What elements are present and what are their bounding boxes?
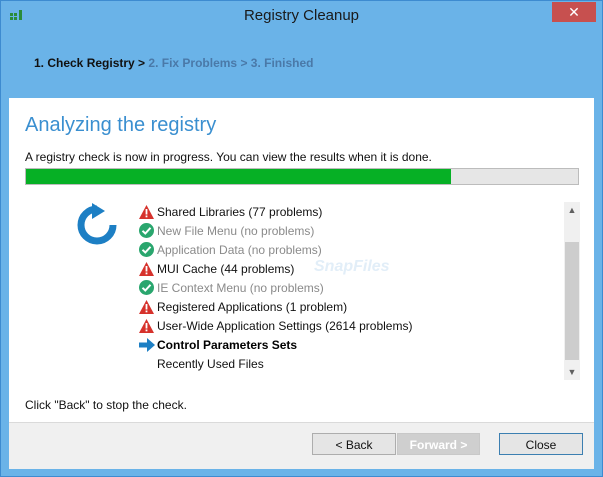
- forward-button[interactable]: Forward >: [397, 433, 480, 455]
- main-panel: Analyzing the registry A registry check …: [9, 98, 594, 422]
- refresh-icon: [77, 203, 117, 245]
- warning-icon: [139, 204, 157, 220]
- checklist-item: Recently Used Files: [139, 354, 563, 373]
- checklist-item-label: Control Parameters Sets: [157, 337, 298, 352]
- progress-fill: [26, 169, 452, 184]
- status-hint: Click "Back" to stop the check.: [25, 398, 187, 412]
- check-icon: [139, 280, 157, 296]
- step-fix-problems: 2. Fix Problems >: [148, 56, 248, 70]
- scroll-down-button[interactable]: ▼: [564, 364, 580, 380]
- checklist-item-label: Registered Applications (1 problem): [157, 299, 348, 314]
- scroll-thumb[interactable]: [565, 242, 579, 360]
- close-button[interactable]: Close: [499, 433, 583, 455]
- checklist-item: New File Menu (no problems): [139, 221, 563, 240]
- checklist-item-label: MUI Cache (44 problems): [157, 261, 295, 276]
- back-button[interactable]: < Back: [312, 433, 396, 455]
- window-close-button[interactable]: ✕: [552, 2, 596, 22]
- checklist-item-label: Shared Libraries (77 problems): [157, 204, 323, 219]
- checklist-item: Shared Libraries (77 problems): [139, 202, 563, 221]
- warning-icon: [139, 318, 157, 334]
- step-check-registry: 1. Check Registry >: [34, 56, 146, 70]
- check-icon: [139, 242, 157, 258]
- warning-icon: [139, 299, 157, 315]
- checklist-item: User-Wide Application Settings (2614 pro…: [139, 316, 563, 335]
- checklist-item: MUI Cache (44 problems): [139, 259, 563, 278]
- page-title: Analyzing the registry: [25, 114, 217, 136]
- scroll-up-button[interactable]: ▲: [564, 202, 580, 218]
- checklist-item-label: Recently Used Files: [157, 356, 264, 371]
- wizard-breadcrumb: 1. Check Registry > 2. Fix Problems > 3.…: [34, 56, 313, 70]
- checklist-item-label: User-Wide Application Settings (2614 pro…: [157, 318, 413, 333]
- description-text: A registry check is now in progress. You…: [25, 150, 432, 164]
- checklist-item: IE Context Menu (no problems): [139, 278, 563, 297]
- registry-cleanup-window: Registry Cleanup ✕ 1. Check Registry > 2…: [0, 0, 603, 477]
- check-icon: [139, 223, 157, 239]
- checklist-item-label: New File Menu (no problems): [157, 223, 315, 238]
- checklist-item-label: IE Context Menu (no problems): [157, 280, 324, 295]
- checklist-scrollbar[interactable]: ▲ ▼: [564, 202, 580, 380]
- blank-icon: [139, 356, 157, 372]
- title-bar[interactable]: Registry Cleanup ✕: [1, 1, 602, 33]
- warning-icon: [139, 261, 157, 277]
- window-title: Registry Cleanup: [243, 7, 360, 24]
- scan-progress-bar: [25, 168, 579, 185]
- check-list: Shared Libraries (77 problems) New File M…: [139, 202, 563, 382]
- checklist-item: Control Parameters Sets: [139, 335, 563, 354]
- checklist-item-label: Application Data (no problems): [157, 242, 322, 257]
- button-bar: < Back Forward > Close: [9, 422, 594, 469]
- arrow-right-icon: [139, 337, 157, 353]
- checklist-item: Registered Applications (1 problem): [139, 297, 563, 316]
- step-finished: 3. Finished: [250, 56, 314, 70]
- checklist-item: Application Data (no problems): [139, 240, 563, 259]
